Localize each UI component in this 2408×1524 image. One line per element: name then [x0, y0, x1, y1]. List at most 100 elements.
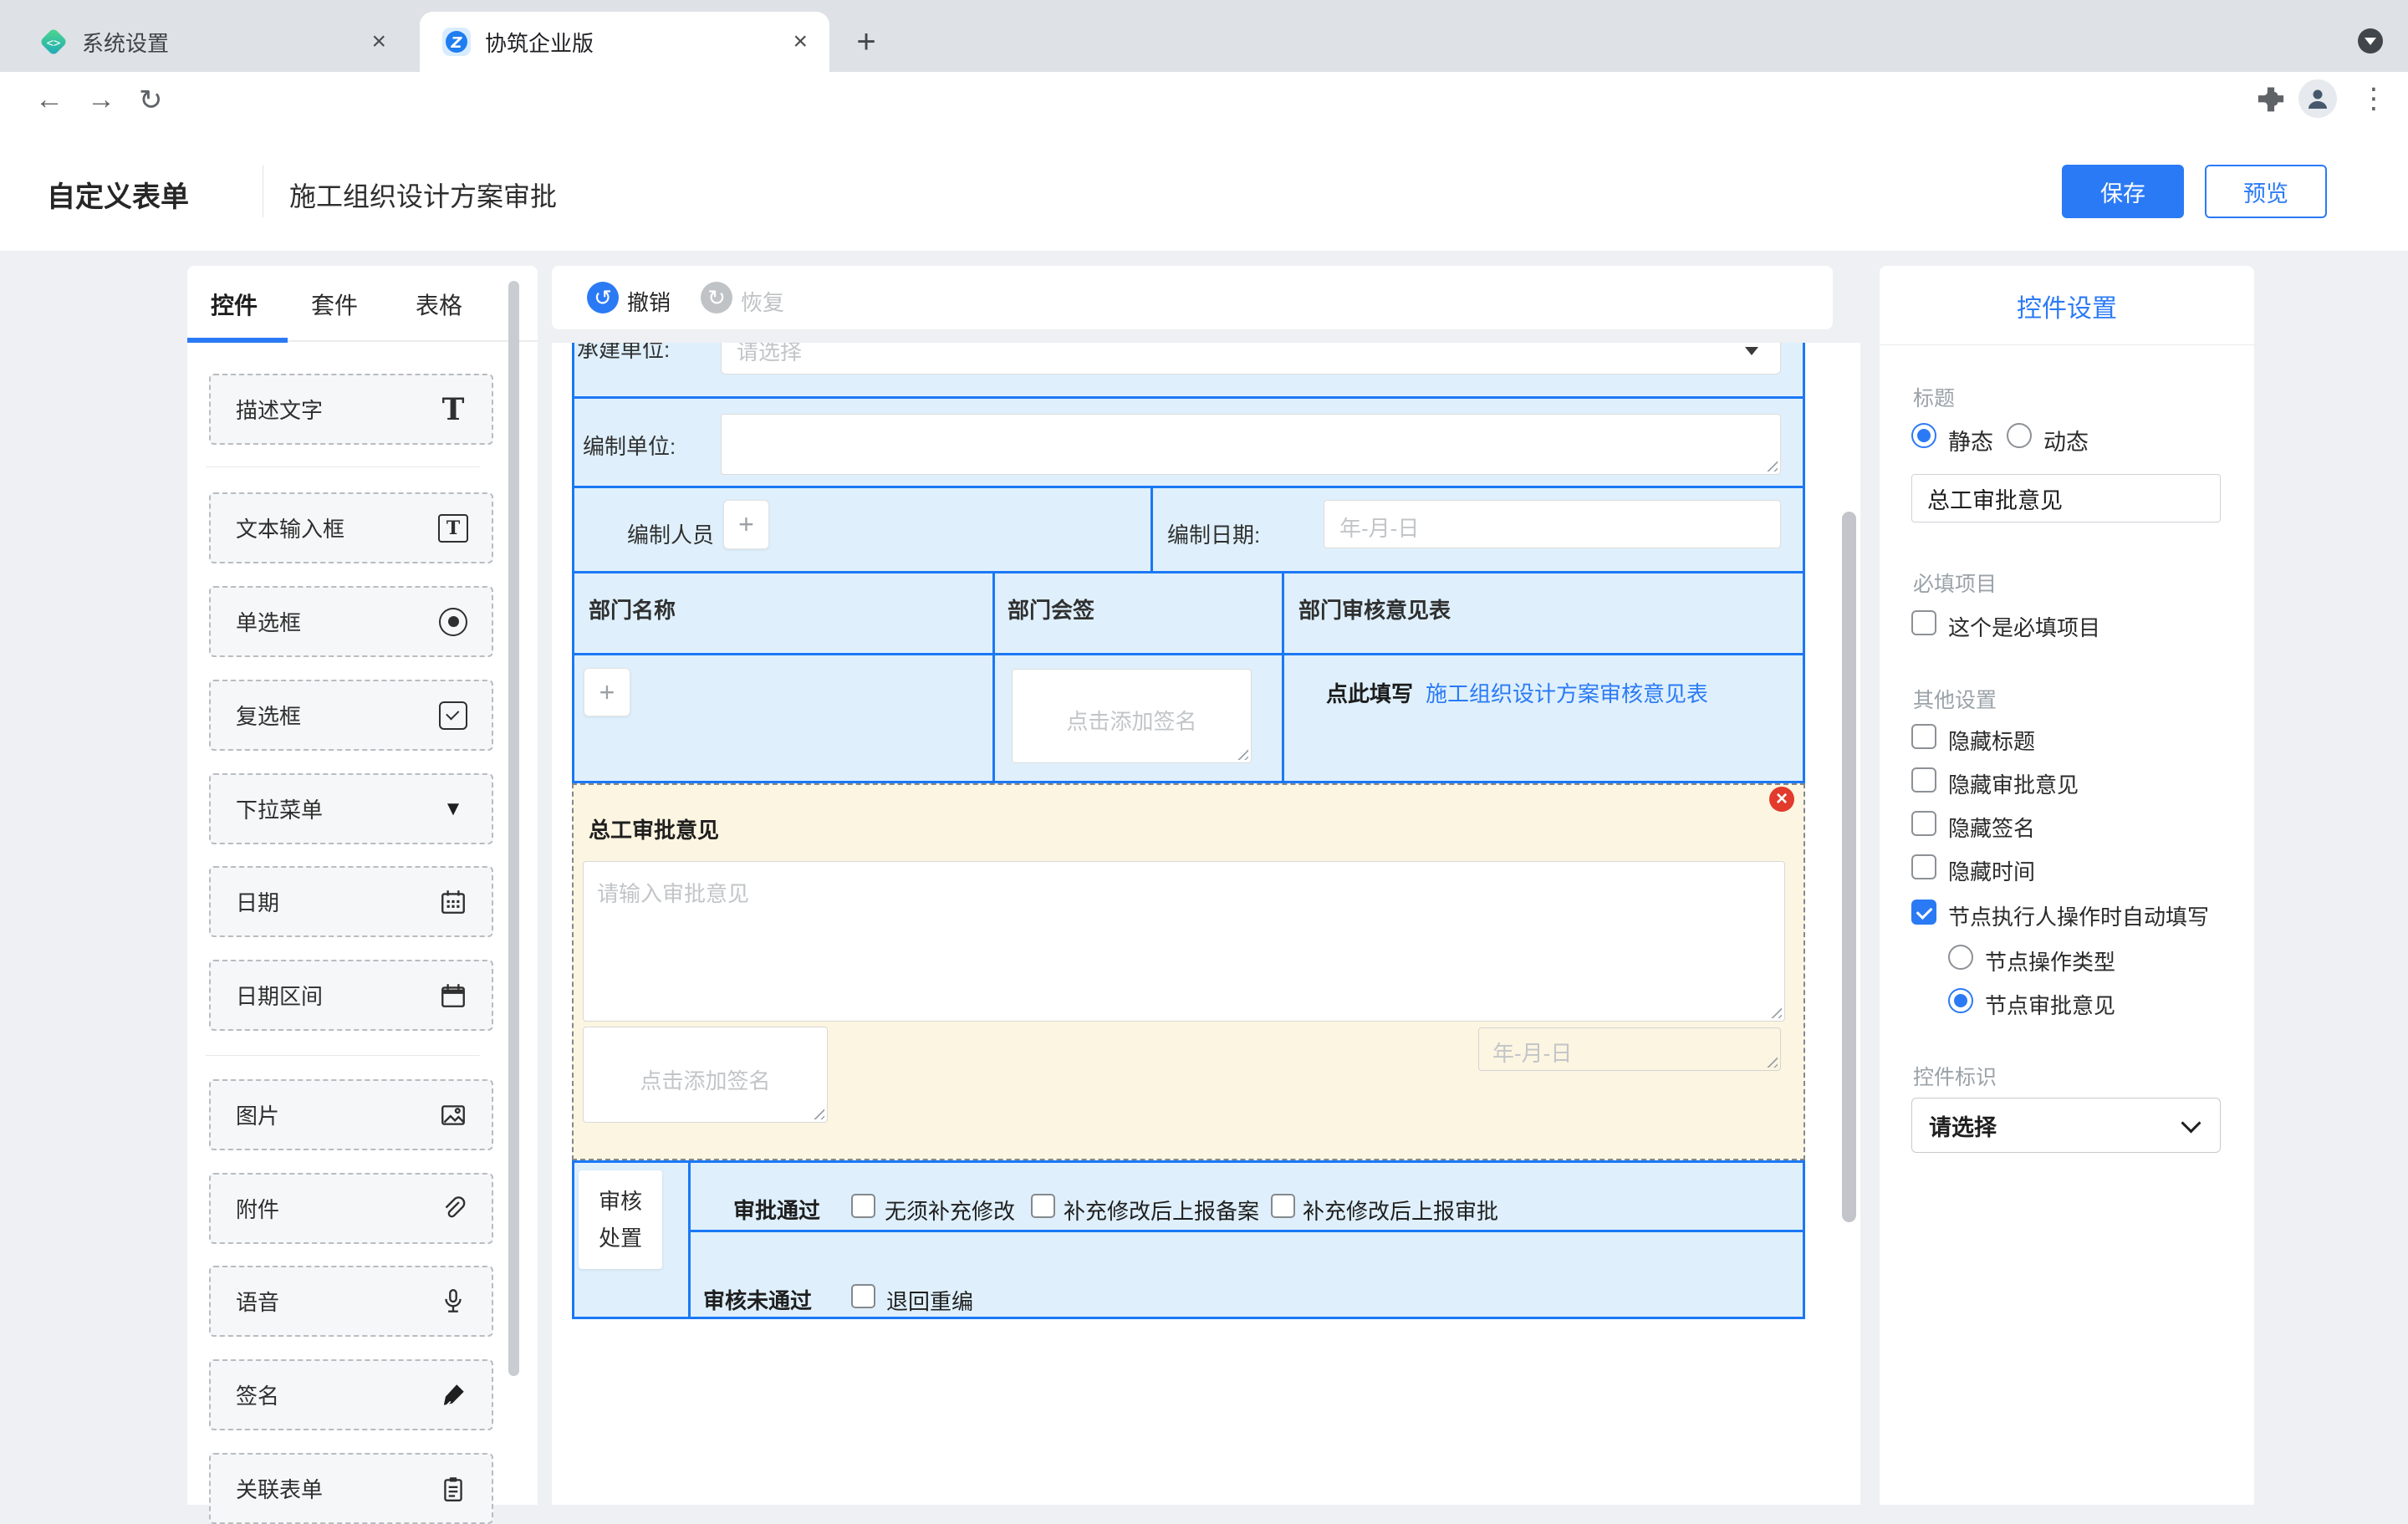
- form-canvas: 承建单位: 请选择 编制单位: 编制人员 + 编制日期: 年-月-日 部门名称 …: [552, 343, 1860, 1505]
- pass-option-checkbox[interactable]: [851, 1194, 875, 1218]
- node-comment-radio[interactable]: [1948, 988, 1973, 1013]
- cell-border: [1150, 488, 1153, 571]
- radio-icon: [436, 605, 470, 639]
- forward-icon[interactable]: →: [87, 84, 115, 116]
- pass-label: 审批通过: [733, 1194, 820, 1225]
- resize-grip-icon[interactable]: [1771, 1007, 1782, 1018]
- identifier-section-label: 控件标识: [1913, 1061, 1997, 1091]
- hide-title-checkbox[interactable]: [1911, 724, 1936, 749]
- undo-label[interactable]: 撤销: [627, 286, 671, 317]
- browser-tab-system-settings[interactable]: <> 系统设置 ×: [20, 12, 405, 72]
- redo-label: 恢复: [741, 286, 784, 317]
- chevron-down-icon: [2365, 38, 2376, 45]
- cell-border: [688, 1163, 691, 1319]
- widget-item-linked-form[interactable]: 关联表单: [209, 1453, 493, 1524]
- undo-icon[interactable]: ↺: [587, 282, 619, 313]
- tab-title: 系统设置: [82, 27, 371, 58]
- clipboard-icon: [436, 1472, 470, 1506]
- delete-widget-button[interactable]: ×: [1769, 787, 1794, 812]
- canvas-toolbar: ↺ 撤销 ↻ 恢复: [552, 266, 1833, 329]
- svg-text:Z: Z: [450, 34, 462, 52]
- reload-icon[interactable]: ↻: [139, 84, 163, 117]
- widget-item-date[interactable]: 日期: [209, 866, 493, 937]
- required-checkbox[interactable]: [1911, 610, 1936, 635]
- resize-grip-icon[interactable]: [1237, 749, 1248, 760]
- profile-avatar[interactable]: [2298, 79, 2337, 118]
- pass-option-checkbox[interactable]: [1271, 1194, 1295, 1218]
- extensions-puzzle-icon[interactable]: [2252, 83, 2289, 120]
- title-value-input[interactable]: 总工审批意见: [1911, 474, 2221, 522]
- chief-signature-box[interactable]: 点击添加签名: [583, 1027, 828, 1123]
- title-static-radio[interactable]: [1911, 423, 1936, 448]
- fail-option-checkbox[interactable]: [851, 1284, 875, 1308]
- chief-date-input[interactable]: 年-月-日: [1478, 1027, 1781, 1071]
- hide-comment-checkbox[interactable]: [1911, 767, 1936, 793]
- row-border: [572, 571, 1805, 573]
- autofill-checkbox[interactable]: [1911, 900, 1936, 925]
- contractor-label: 承建单位:: [577, 343, 670, 364]
- widget-item-image[interactable]: 图片: [209, 1079, 493, 1150]
- date-input[interactable]: 年-月-日: [1324, 500, 1781, 548]
- widget-item-radio[interactable]: 单选框: [209, 586, 493, 657]
- back-icon[interactable]: ←: [35, 84, 64, 116]
- cell-border: [992, 573, 995, 781]
- hide-signature-checkbox[interactable]: [1911, 811, 1936, 836]
- glodon-green-favicon-icon: <>: [38, 27, 69, 57]
- sidebar-scrollbar[interactable]: [508, 281, 519, 1376]
- text-icon: T: [436, 393, 470, 426]
- form-title: 施工组织设计方案审批: [289, 176, 557, 214]
- people-label: 编制人员: [627, 518, 714, 549]
- canvas-scrollbar[interactable]: [1842, 512, 1856, 1222]
- active-tab-underline: [187, 338, 288, 343]
- preview-button[interactable]: 预览: [2205, 165, 2327, 218]
- dept-fill-prefix: 点此填写: [1326, 677, 1413, 708]
- browser-toolbar: ← → ↻ xmgl.glodon.com/project-doc/workbe…: [0, 72, 2408, 131]
- widget-item-voice[interactable]: 语音: [209, 1266, 493, 1337]
- pass-option-checkbox[interactable]: [1031, 1194, 1055, 1218]
- dept-signature-box[interactable]: 点击添加签名: [1012, 669, 1252, 763]
- resize-grip-icon[interactable]: [1767, 1057, 1778, 1068]
- required-section-label: 必填项目: [1913, 568, 1997, 598]
- identifier-select[interactable]: 请选择: [1911, 1098, 2221, 1153]
- browser-menu-dots-icon[interactable]: ⋮: [2360, 82, 2388, 115]
- widget-item-description-text[interactable]: 描述文字 T: [209, 374, 493, 445]
- hide-time-checkbox[interactable]: [1911, 854, 1936, 879]
- image-icon: [436, 1098, 470, 1132]
- resize-grip-icon[interactable]: [1767, 461, 1778, 471]
- tab-kits[interactable]: 套件: [311, 288, 358, 321]
- title-dynamic-radio[interactable]: [2007, 423, 2032, 448]
- row-border: [572, 653, 1805, 655]
- widget-item-checkbox[interactable]: 复选框: [209, 680, 493, 751]
- widget-item-dropdown[interactable]: 下拉菜单 ▼: [209, 773, 493, 844]
- resize-grip-icon[interactable]: [814, 1109, 824, 1119]
- calendar-icon: [436, 885, 470, 919]
- close-tab-icon[interactable]: ×: [793, 28, 808, 56]
- node-action-type-radio[interactable]: [1948, 945, 1973, 970]
- tab-search-button[interactable]: [2358, 28, 2383, 54]
- tab-tables[interactable]: 表格: [416, 288, 462, 321]
- paperclip-icon: [436, 1192, 470, 1226]
- approval-comment-textarea[interactable]: 请输入审批意见: [583, 861, 1785, 1022]
- new-tab-button[interactable]: +: [846, 22, 886, 62]
- col-header-dept-name: 部门名称: [589, 594, 676, 624]
- org-textarea[interactable]: [721, 414, 1781, 475]
- check-icon: [1916, 903, 1932, 920]
- cell-border: [1282, 573, 1284, 781]
- contractor-select[interactable]: 请选择: [721, 343, 1781, 375]
- widget-item-text-input[interactable]: 文本输入框 T: [209, 492, 493, 563]
- add-person-button[interactable]: +: [723, 500, 769, 549]
- widget-item-signature[interactable]: 签名: [209, 1359, 493, 1430]
- widget-item-attachment[interactable]: 附件: [209, 1173, 493, 1244]
- browser-tab-xiezhu[interactable]: Z 协筑企业版 ×: [420, 12, 829, 72]
- review-disposition-label: 审核 处置: [579, 1170, 662, 1269]
- other-section-label: 其他设置: [1913, 684, 1997, 714]
- save-button[interactable]: 保存: [2062, 165, 2184, 218]
- add-dept-button[interactable]: +: [584, 668, 630, 716]
- dropdown-arrow-icon: ▼: [436, 793, 470, 826]
- dept-review-link[interactable]: 施工组织设计方案审核意见表: [1426, 677, 1708, 708]
- chevron-down-icon: [2181, 1113, 2201, 1133]
- close-tab-icon[interactable]: ×: [371, 28, 386, 56]
- calendar-range-icon: [436, 979, 470, 1012]
- tab-widgets[interactable]: 控件: [211, 288, 258, 321]
- widget-item-date-range[interactable]: 日期区间: [209, 960, 493, 1031]
